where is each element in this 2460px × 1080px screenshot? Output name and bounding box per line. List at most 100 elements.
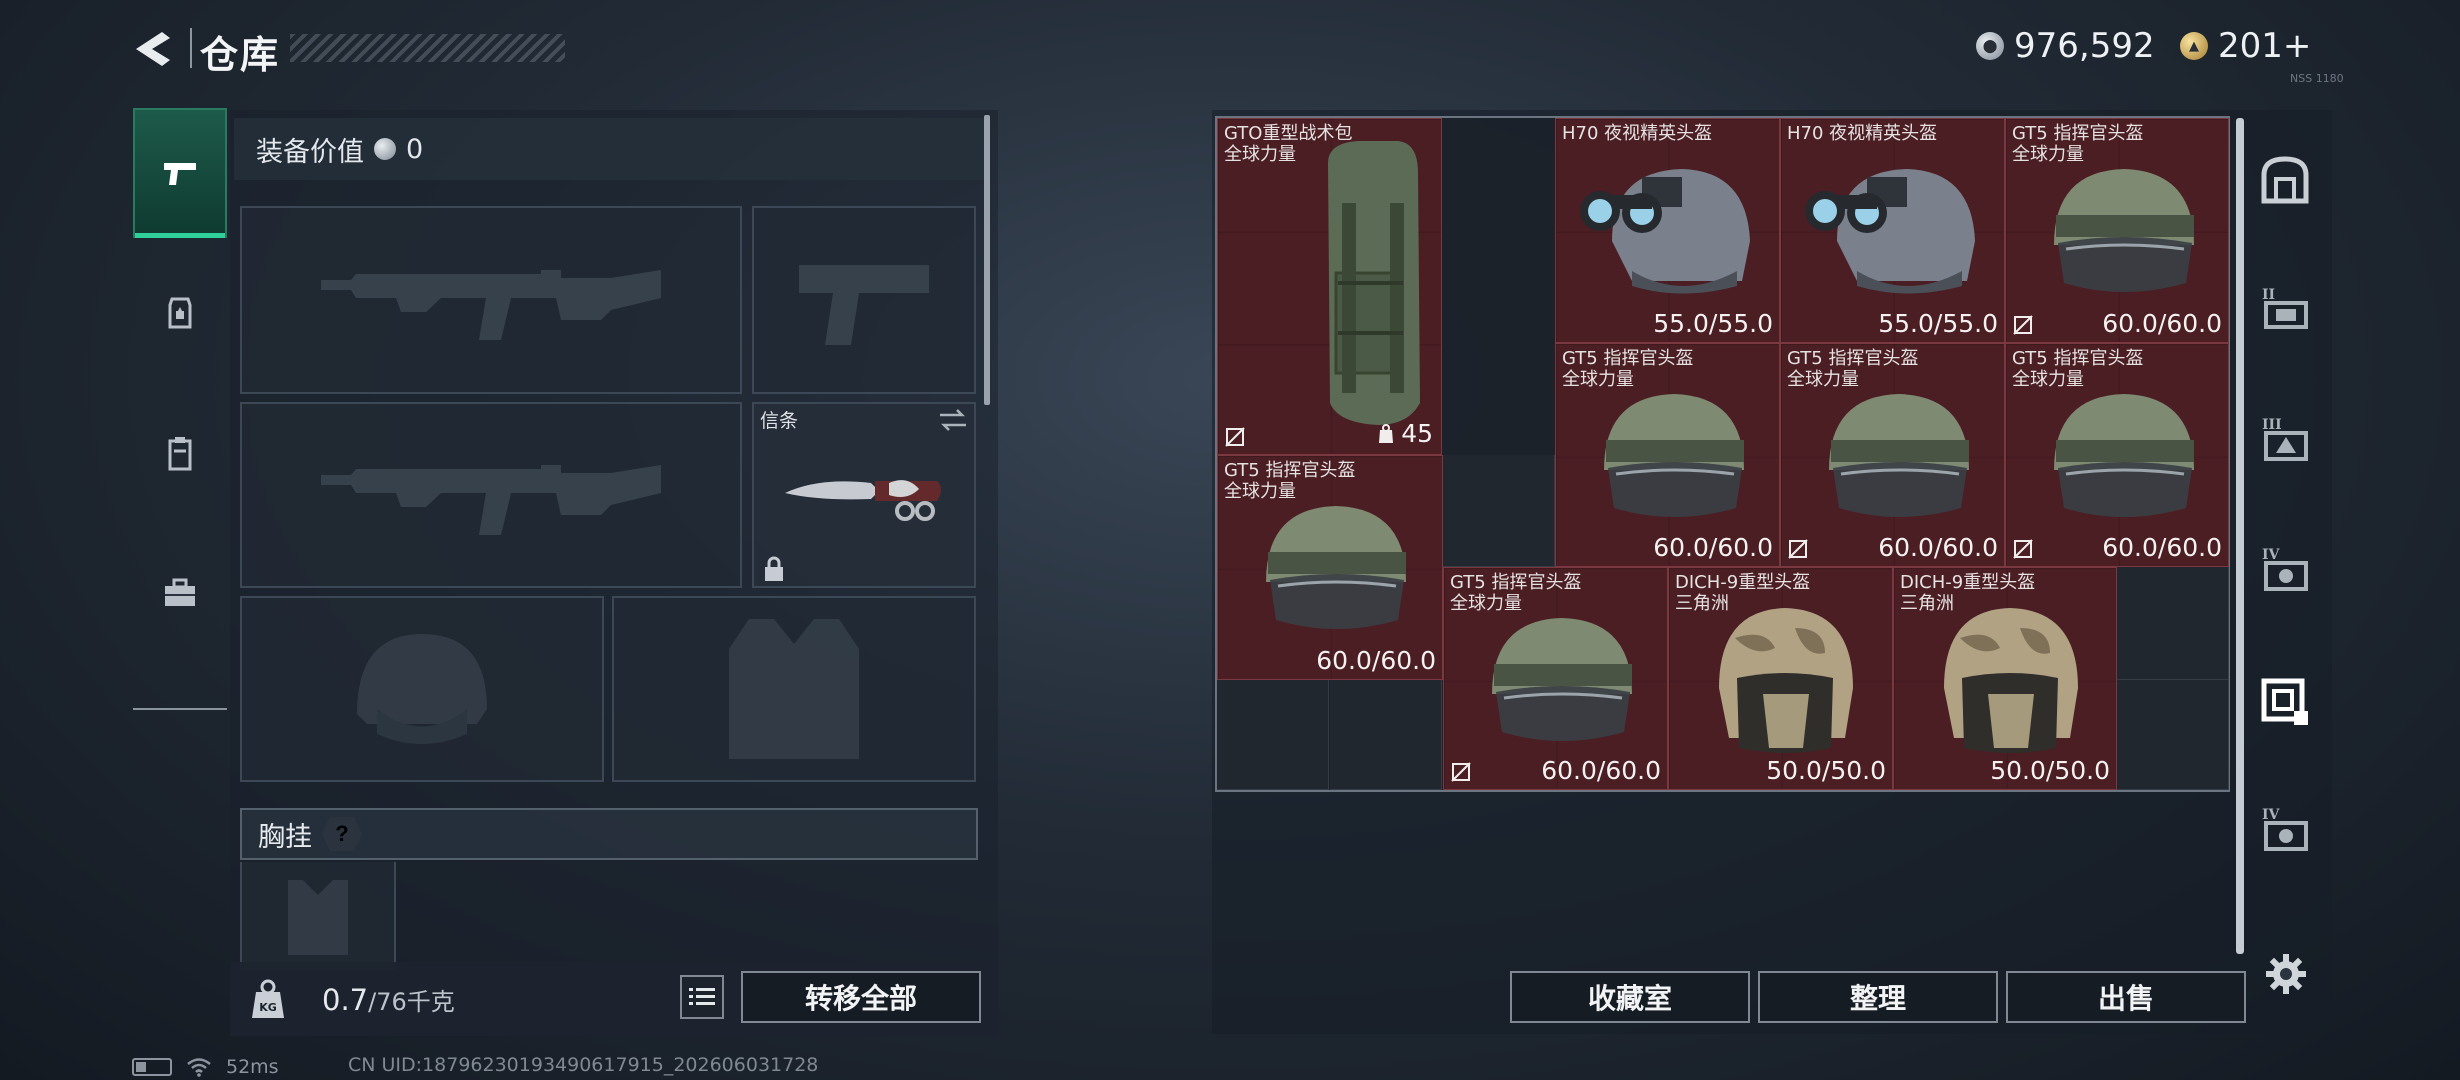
gold-currency-value: 201+ xyxy=(2218,26,2312,66)
chest-rig-slot[interactable] xyxy=(240,862,396,970)
backpack-icon xyxy=(168,297,192,329)
title-decoration xyxy=(290,34,565,62)
helmet-camo-icon xyxy=(1719,608,1853,753)
rifle-silhouette-icon xyxy=(321,465,661,535)
inventory-item-helmet[interactable]: H70 夜视精英头盔 55.0/55.0 xyxy=(1780,118,2005,343)
no-insure-icon xyxy=(1451,762,1471,782)
inventory-item-helmet[interactable]: GT5 指挥官头盔 全球力量 60.0/60.0 xyxy=(1217,455,1443,680)
no-insure-icon xyxy=(1225,427,1245,447)
inventory-item-helmet[interactable]: GT5 指挥官头盔 全球力量 60.0/60.0 xyxy=(1555,343,1780,567)
wifi-icon xyxy=(187,1058,211,1077)
storage-tab-all[interactable] xyxy=(2250,130,2320,230)
item-durability: 60.0/60.0 xyxy=(2102,309,2222,338)
pistol-icon xyxy=(164,163,196,185)
swap-icon[interactable] xyxy=(938,408,968,432)
empty-cell[interactable] xyxy=(2117,680,2229,790)
inventory-item-helmet[interactable]: GT5 指挥官头盔 全球力量 60.0/60.0 xyxy=(1443,567,1668,790)
empty-cell[interactable] xyxy=(1330,680,1442,790)
inventory-item-helmet[interactable]: DICH-9重型头盔 三角洲 50.0/50.0 xyxy=(1893,567,2117,790)
nav-backpack-tab[interactable] xyxy=(133,248,227,378)
inventory-item-helmet[interactable]: H70 夜视精英头盔 55.0/55.0 xyxy=(1555,118,1780,343)
svg-text:III: III xyxy=(2262,417,2282,433)
helmet-silhouette-icon xyxy=(357,634,487,744)
page-title: 仓库 xyxy=(200,33,281,77)
svg-text:II: II xyxy=(2262,287,2275,303)
weight-icon: KG xyxy=(252,979,284,1018)
weight-max: /76千克 xyxy=(368,988,455,1016)
nav-weapons-tab[interactable] xyxy=(133,108,227,238)
gold-currency[interactable]: ▲ 201+ xyxy=(2180,26,2311,66)
item-durability: 55.0/55.0 xyxy=(1653,309,1773,338)
crate-tier-4-icon: IV xyxy=(2262,807,2308,851)
chest-rig-label: 胸挂 xyxy=(258,821,312,853)
empty-cell[interactable] xyxy=(1443,455,1555,567)
inventory-item-helmet[interactable]: GT5 指挥官头盔 全球力量 60.0/60.0 xyxy=(2005,343,2229,567)
item-durability: 60.0/60.0 xyxy=(1541,756,1661,785)
helmet-camo-icon xyxy=(1944,608,2078,753)
helmet-nvg-icon xyxy=(1580,169,1750,294)
collection-room-button[interactable]: 收藏室 xyxy=(1510,971,1750,1023)
helmet-slot[interactable] xyxy=(240,596,604,782)
storage-tab-2[interactable]: II xyxy=(2250,260,2320,360)
inventory-scrollbar[interactable] xyxy=(2236,118,2244,954)
crate-tier-4-icon: IV xyxy=(2262,547,2308,591)
nav-divider xyxy=(133,708,227,710)
inventory-item-backpack[interactable]: GTO重型战术包 全球力量 45 xyxy=(1217,118,1442,455)
helmet-visor-icon xyxy=(1266,506,1406,629)
nav-vest-tab[interactable] xyxy=(133,388,227,518)
list-icon xyxy=(689,988,715,1005)
inventory-item-helmet[interactable]: DICH-9重型头盔 三角洲 50.0/50.0 xyxy=(1668,567,1893,790)
empty-cell[interactable] xyxy=(1217,680,1329,790)
currency-note: NSS 1180 xyxy=(2290,72,2344,85)
crate-selected-icon xyxy=(2261,678,2308,725)
sort-button[interactable]: 整理 xyxy=(1758,971,1998,1023)
help-button[interactable]: ? xyxy=(322,817,362,851)
item-durability: 60.0/60.0 xyxy=(1878,533,1998,562)
storage-tab-5[interactable] xyxy=(2250,650,2320,750)
clipboard-icon xyxy=(168,437,192,471)
sell-button[interactable]: 出售 xyxy=(2006,971,2246,1023)
inventory-item-helmet[interactable]: GT5 指挥官头盔 全球力量 60.0/60.0 xyxy=(1780,343,2005,567)
storage-tab-4[interactable]: IV xyxy=(2250,520,2320,620)
transfer-all-button[interactable]: 转移全部 xyxy=(741,971,981,1023)
uid-text: CN UID:18796230193490617915_202606031728 xyxy=(348,1054,819,1076)
equipment-value-bar: 装备价值 0 xyxy=(234,118,989,180)
empty-cell[interactable] xyxy=(2117,567,2229,680)
vest-silhouette-icon xyxy=(729,619,859,759)
svg-text:KG: KG xyxy=(259,1001,277,1014)
loadout-scrollbar[interactable] xyxy=(984,115,990,405)
no-insure-icon xyxy=(2013,539,2033,559)
item-durability: 60.0/60.0 xyxy=(1653,533,1773,562)
storage-tab-6[interactable]: IV xyxy=(2250,780,2320,880)
item-durability: 55.0/55.0 xyxy=(1878,309,1998,338)
crate-tier-2-icon: II xyxy=(2262,287,2308,329)
toolbox-icon xyxy=(165,578,195,606)
item-name: H70 夜视精英头盔 xyxy=(1562,123,1713,144)
inventory-item-helmet[interactable]: GT5 指挥官头盔 全球力量 60.0/60.0 xyxy=(2005,118,2229,343)
ping-text: 52ms xyxy=(226,1056,279,1078)
silver-currency-value: 976,592 xyxy=(2014,26,2155,66)
helmet-visor-icon xyxy=(1829,394,1969,517)
item-durability: 50.0/50.0 xyxy=(1766,756,1886,785)
item-durability: 60.0/60.0 xyxy=(2102,533,2222,562)
helmet-visor-icon xyxy=(1604,394,1744,517)
armor-slot[interactable] xyxy=(612,596,976,782)
svg-text:IV: IV xyxy=(2262,807,2281,823)
helmet-visor-icon xyxy=(1492,618,1632,741)
settings-gear-icon[interactable] xyxy=(2264,952,2308,996)
equipment-value: 0 xyxy=(406,133,424,165)
no-insure-icon xyxy=(2013,315,2033,335)
back-button[interactable] xyxy=(132,28,174,70)
nav-toolbox-tab[interactable] xyxy=(133,528,227,658)
weight-readout: 0.7/76千克 xyxy=(322,982,455,1017)
silver-coin-icon xyxy=(374,138,396,160)
storage-tab-3[interactable]: III xyxy=(2250,390,2320,490)
helmet-visor-icon xyxy=(2054,394,2194,517)
secondary-weapon-slot[interactable] xyxy=(240,402,742,588)
list-view-button[interactable] xyxy=(680,975,724,1019)
primary-weapon-slot[interactable] xyxy=(240,206,742,394)
pistol-slot[interactable] xyxy=(752,206,976,394)
svg-text:IV: IV xyxy=(2262,547,2281,563)
backpack-icon xyxy=(1328,141,1420,425)
back-arrow-icon xyxy=(136,32,170,66)
